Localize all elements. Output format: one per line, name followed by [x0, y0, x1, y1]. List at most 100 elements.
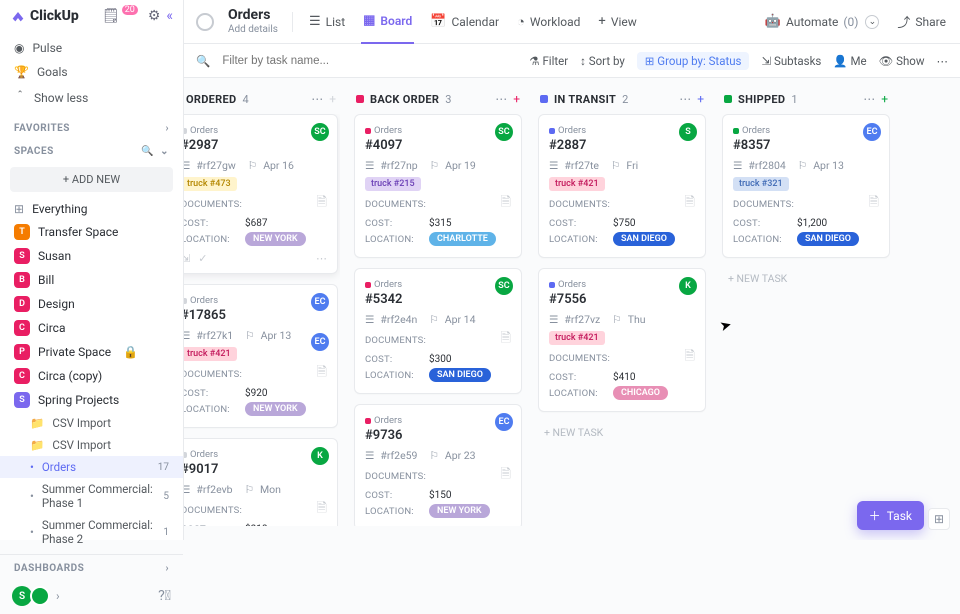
- document-icon[interactable]: 🗎: [501, 465, 511, 487]
- space-item[interactable]: SSpring Projects: [0, 388, 183, 412]
- assignee-avatar[interactable]: SC: [311, 123, 329, 141]
- plus-icon[interactable]: +: [329, 92, 336, 106]
- search-icon[interactable]: 🔍: [141, 146, 154, 157]
- user-avatar[interactable]: S: [12, 586, 32, 606]
- page-subtitle[interactable]: Add details: [228, 24, 278, 35]
- sidebar-pulse[interactable]: ◉Pulse: [0, 36, 183, 60]
- notepad-icon[interactable]: 🗒: [102, 8, 120, 24]
- location-pill[interactable]: SAN DIEGO: [613, 232, 675, 246]
- more-icon[interactable]: ⋯: [863, 92, 875, 106]
- new-task-fab[interactable]: ＋Task: [857, 501, 924, 530]
- truck-tag[interactable]: truck #473: [184, 177, 237, 191]
- space-item[interactable]: SSusan: [0, 244, 183, 268]
- truck-tag[interactable]: truck #321: [733, 177, 789, 191]
- space-item[interactable]: PPrivate Space🔒: [0, 340, 183, 364]
- assignee-avatar[interactable]: EC: [495, 413, 513, 431]
- view-workload[interactable]: ◔Workload: [515, 0, 582, 44]
- plus-icon[interactable]: +: [513, 92, 520, 106]
- favorites-header[interactable]: FAVORITES›: [0, 115, 183, 138]
- location-pill[interactable]: CHARLOTTE: [429, 232, 496, 246]
- task-card[interactable]: Orders #5342 SC ☰#rf2e4n⚐Apr 14 Document…: [354, 268, 522, 394]
- space-item[interactable]: BBill: [0, 268, 183, 292]
- show-button[interactable]: 👁 Show: [879, 54, 925, 68]
- view-calendar[interactable]: 📅Calendar: [428, 0, 501, 44]
- more-icon[interactable]: ⋯: [495, 92, 507, 106]
- add-view[interactable]: +View: [596, 0, 638, 44]
- gear-icon[interactable]: ⚙: [148, 8, 161, 24]
- location-pill[interactable]: SAN DIEGO: [797, 232, 859, 246]
- nested-item[interactable]: 📁CSV Import: [0, 412, 183, 434]
- location-pill[interactable]: NEW YORK: [245, 232, 306, 246]
- spaces-header[interactable]: SPACES🔍⌄: [0, 138, 183, 161]
- assignee-avatar[interactable]: EC: [311, 333, 329, 351]
- location-pill[interactable]: NEW YORK: [245, 402, 306, 416]
- location-pill[interactable]: NEW YORK: [429, 504, 490, 518]
- check-icon[interactable]: ✓: [198, 252, 207, 265]
- sidebar-show-less[interactable]: ＾Show less: [0, 84, 183, 111]
- task-card[interactable]: Orders #17865 EC EC ☰#rf27k1⚐Apr 13 truc…: [184, 284, 338, 428]
- location-pill[interactable]: SAN DIEGO: [429, 368, 491, 382]
- document-icon[interactable]: 🗎: [501, 193, 511, 215]
- more-icon[interactable]: ⋯: [937, 54, 949, 68]
- space-item[interactable]: CCirca: [0, 316, 183, 340]
- logo[interactable]: ClickUp: [10, 8, 79, 24]
- task-card[interactable]: Orders #2887 S ☰#rf27te⚐Fri truck #421 D…: [538, 114, 706, 258]
- plus-icon[interactable]: +: [697, 92, 704, 106]
- document-icon[interactable]: 🗎: [317, 499, 327, 521]
- subtasks-button[interactable]: ⇲ Subtasks: [761, 54, 821, 68]
- group-by-button[interactable]: ⊞ Group by: Status: [637, 52, 750, 70]
- space-item[interactable]: CCirca (copy): [0, 364, 183, 388]
- space-item[interactable]: DDesign: [0, 292, 183, 316]
- subtask-icon[interactable]: ⇲: [184, 252, 190, 265]
- presence-avatar[interactable]: [30, 586, 50, 606]
- add-new-space[interactable]: + ADD NEW: [10, 167, 173, 192]
- collapse-sidebar-icon[interactable]: «: [166, 8, 173, 24]
- document-icon[interactable]: 🗎: [869, 193, 879, 215]
- automate-button[interactable]: 🤖Automate (0)⌄: [763, 0, 882, 44]
- nested-item[interactable]: 📁CSV Import: [0, 434, 183, 456]
- task-card[interactable]: Orders #8357 EC ☰#rf2804⚐Apr 13 truck #3…: [722, 114, 890, 258]
- assignee-avatar[interactable]: K: [679, 277, 697, 295]
- task-card[interactable]: Orders #4097 SC ☰#rf27np⚐Apr 19 truck #2…: [354, 114, 522, 258]
- me-button[interactable]: 👤 Me: [833, 54, 866, 68]
- search-input[interactable]: [222, 55, 382, 67]
- task-card[interactable]: Orders #9736 EC ☰#rf2e59⚐Apr 23 Document…: [354, 404, 522, 526]
- view-board[interactable]: ▦Board: [361, 0, 414, 44]
- document-icon[interactable]: 🗎: [685, 193, 695, 215]
- sidebar-everything[interactable]: ⊞Everything: [0, 198, 183, 220]
- more-icon[interactable]: ⋯: [311, 92, 323, 106]
- plus-icon[interactable]: +: [881, 92, 888, 106]
- document-icon[interactable]: 🗎: [685, 347, 695, 369]
- new-task-button[interactable]: + NEW TASK: [722, 268, 890, 289]
- sidebar-goals[interactable]: 🏆Goals: [0, 60, 183, 84]
- truck-tag[interactable]: truck #421: [184, 347, 237, 361]
- page-title[interactable]: Orders: [228, 8, 278, 23]
- search-icon[interactable]: 🔍: [196, 54, 210, 68]
- sort-button[interactable]: ↕ Sort by: [580, 54, 625, 68]
- dashboards-header[interactable]: DASHBOARDS›: [0, 554, 183, 578]
- task-card[interactable]: Orders #2987 SC ☰#rf27gw⚐Apr 16 truck #4…: [184, 114, 338, 274]
- task-card[interactable]: Orders #7556 K ☰#rf27vz⚐Thu truck #421 D…: [538, 268, 706, 412]
- document-icon[interactable]: 🗎: [501, 329, 511, 351]
- assignee-avatar[interactable]: SC: [495, 123, 513, 141]
- more-icon[interactable]: ⋯: [316, 252, 327, 265]
- apps-fab[interactable]: ⊞: [928, 508, 950, 530]
- share-button[interactable]: ⤴Share: [895, 0, 948, 44]
- task-card[interactable]: Orders #9017 K ☰#rf2evb⚐Mon Documents:🗎 …: [184, 438, 338, 526]
- space-item[interactable]: TTransfer Space: [0, 220, 183, 244]
- more-icon[interactable]: ⋯: [679, 92, 691, 106]
- assignee-avatar[interactable]: EC: [311, 293, 329, 311]
- view-list[interactable]: ☰List: [307, 0, 347, 44]
- assignee-avatar[interactable]: EC: [863, 123, 881, 141]
- truck-tag[interactable]: truck #215: [365, 177, 421, 191]
- new-task-button[interactable]: + NEW TASK: [538, 422, 706, 443]
- document-icon[interactable]: 🗎: [317, 193, 327, 215]
- assignee-avatar[interactable]: K: [311, 447, 329, 465]
- filter-button[interactable]: ⚗ Filter: [529, 54, 568, 68]
- nested-item[interactable]: •Summer Commercial: Phase 15: [0, 478, 183, 514]
- truck-tag[interactable]: truck #421: [549, 331, 605, 345]
- document-icon[interactable]: 🗎: [317, 363, 327, 385]
- truck-tag[interactable]: truck #421: [549, 177, 605, 191]
- location-pill[interactable]: CHICAGO: [613, 386, 668, 400]
- assignee-avatar[interactable]: SC: [495, 277, 513, 295]
